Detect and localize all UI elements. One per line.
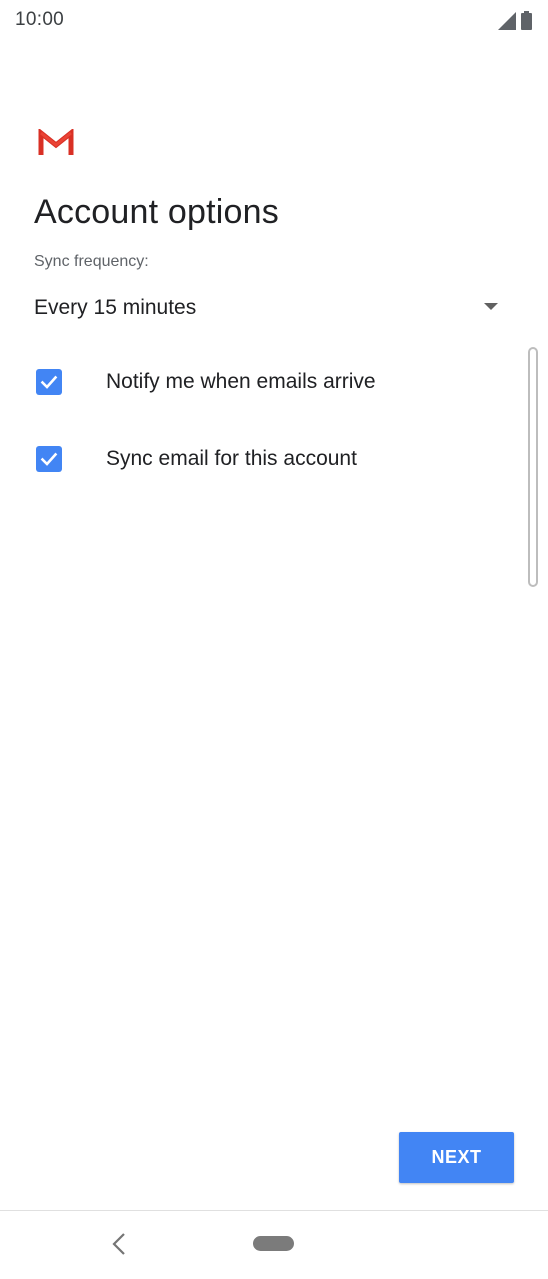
signal-icon (498, 12, 516, 30)
status-icons (498, 10, 532, 30)
page-title: Account options (34, 193, 279, 231)
status-time: 10:00 (15, 9, 65, 30)
notify-label: Notify me when emails arrive (106, 370, 376, 393)
status-bar: 10:00 (0, 0, 548, 42)
sync-frequency-value: Every 15 minutes (34, 296, 197, 319)
sync-frequency-label: Sync frequency: (34, 253, 149, 270)
checkmark-icon (40, 375, 58, 389)
navigation-bar (0, 1210, 548, 1279)
option-notify-emails[interactable]: Notify me when emails arrive (34, 357, 504, 407)
home-button[interactable] (253, 1236, 294, 1251)
sync-frequency-dropdown[interactable]: Every 15 minutes (34, 286, 504, 330)
sync-email-checkbox[interactable] (36, 446, 62, 472)
next-button[interactable]: NEXT (399, 1132, 514, 1183)
back-icon[interactable] (108, 1231, 132, 1257)
sync-email-label: Sync email for this account (106, 447, 357, 470)
notify-checkbox[interactable] (36, 369, 62, 395)
checkmark-icon (40, 452, 58, 466)
dropdown-arrow-icon (484, 303, 498, 310)
scrollbar[interactable] (528, 347, 538, 587)
battery-icon (521, 11, 532, 30)
gmail-logo-icon (38, 129, 74, 155)
option-sync-email[interactable]: Sync email for this account (34, 434, 504, 484)
